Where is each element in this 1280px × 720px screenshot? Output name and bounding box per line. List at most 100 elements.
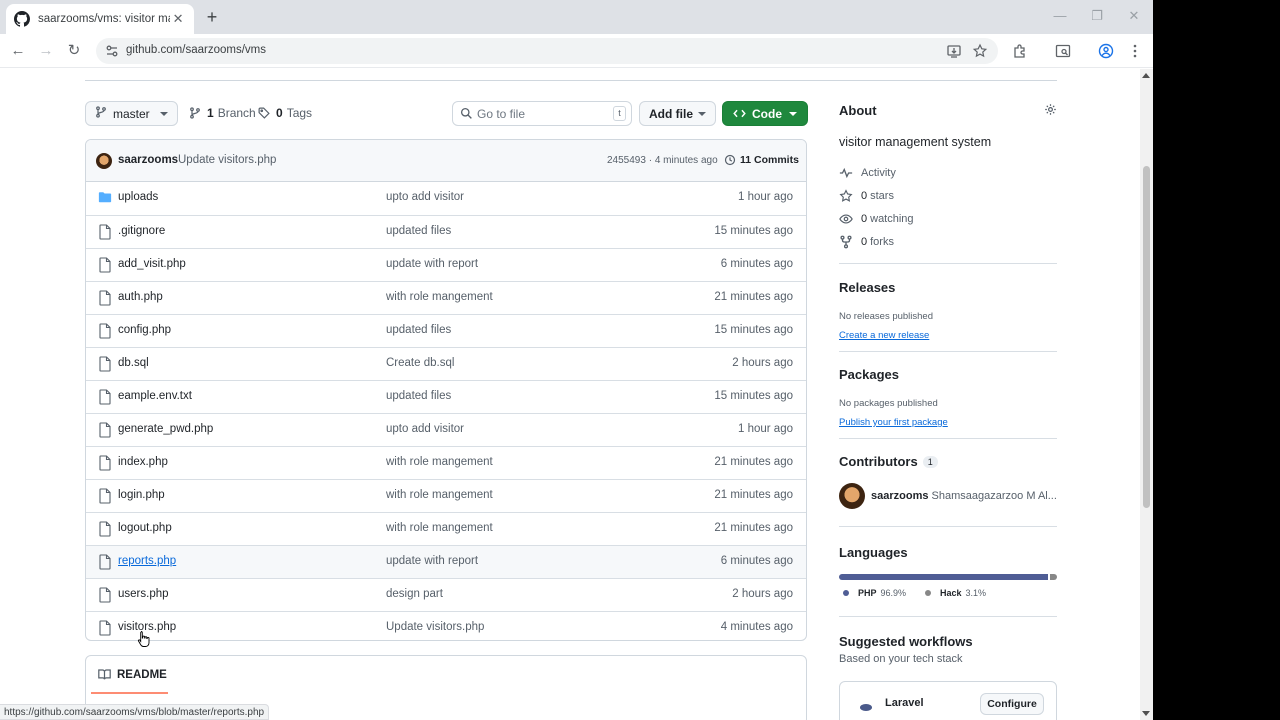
commit-message-link[interactable]: Update visitors.php	[386, 621, 484, 633]
contributors-heading[interactable]: Contributors 1	[839, 454, 1057, 469]
code-button[interactable]: Code	[722, 101, 808, 126]
close-icon[interactable]: ✕	[170, 11, 186, 27]
workflows-heading: Suggested workflows	[839, 634, 973, 649]
divider	[839, 616, 1057, 617]
file-name-link[interactable]: auth.php	[118, 291, 163, 303]
commit-message-link[interactable]: Create db.sql	[386, 357, 454, 369]
commit-message-link[interactable]: with role mangement	[386, 489, 493, 501]
commit-message-link[interactable]: updated files	[386, 324, 451, 336]
table-row[interactable]: eample.env.txt updated files 15 minutes ag…	[86, 380, 806, 413]
packages-heading[interactable]: Packages	[839, 367, 1057, 382]
commit-message-link[interactable]: update with report	[386, 555, 478, 567]
file-name-link[interactable]: uploads	[118, 191, 158, 203]
table-row[interactable]: login.php with role mangement 21 minutes a…	[86, 479, 806, 512]
scroll-thumb[interactable]	[1143, 166, 1150, 508]
gear-icon[interactable]	[1044, 103, 1057, 116]
table-row[interactable]: uploads upto add visitor 1 hour ago	[86, 182, 806, 215]
readme-tab[interactable]: README	[98, 668, 167, 681]
file-name-link[interactable]: reports.php	[118, 555, 176, 567]
file-table: saarzooms Update visitors.php 2455493 · …	[85, 139, 807, 641]
table-row[interactable]: config.php updated files 15 minutes ago	[86, 314, 806, 347]
tab-search-icon[interactable]	[1055, 43, 1071, 59]
divider	[839, 438, 1057, 439]
commit-author[interactable]: saarzooms	[118, 154, 178, 166]
commits-link[interactable]: 11 Commits	[724, 154, 799, 166]
file-name-link[interactable]: config.php	[118, 324, 171, 336]
scrollbar[interactable]	[1140, 69, 1153, 720]
language-hack[interactable]: Hack 3.1%	[925, 588, 986, 598]
plus-icon[interactable]: +	[202, 7, 222, 27]
file-name-link[interactable]: logout.php	[118, 522, 172, 534]
minimize-icon[interactable]: —	[1052, 8, 1068, 24]
avatar[interactable]	[96, 153, 112, 169]
contributor-entry[interactable]: saarzooms Shamsaagazarzoo M Al...	[871, 490, 1057, 502]
forks-link[interactable]: 0 forks	[839, 235, 1057, 249]
restore-icon[interactable]: ❐	[1089, 8, 1105, 24]
releases-heading[interactable]: Releases	[839, 280, 1057, 295]
commit-message-link[interactable]: upto add visitor	[386, 191, 464, 203]
branch-selector[interactable]: master	[85, 101, 178, 126]
configure-button[interactable]: Configure	[980, 693, 1044, 715]
tags-link[interactable]: 0 Tags	[258, 106, 312, 120]
table-row[interactable]: .gitignore updated files 15 minutes ago	[86, 215, 806, 248]
branches-link[interactable]: 1 Branch	[189, 106, 256, 120]
activity-link[interactable]: Activity	[839, 166, 1057, 180]
tags-count: 0	[276, 106, 283, 120]
file-name-link[interactable]: users.php	[118, 588, 169, 600]
commit-message-link[interactable]: with role mangement	[386, 456, 493, 468]
menu-icon[interactable]	[1127, 43, 1143, 59]
table-row[interactable]: logout.php with role mangement 21 minutes …	[86, 512, 806, 545]
file-name-link[interactable]: .gitignore	[118, 225, 165, 237]
table-row[interactable]: visitors.php Update visitors.php 4 minutes…	[86, 611, 806, 640]
file-name-link[interactable]: generate_pwd.php	[118, 423, 213, 435]
extensions-icon[interactable]	[1012, 43, 1028, 59]
commit-message-link[interactable]: with role mangement	[386, 522, 493, 534]
scroll-up-icon[interactable]	[1142, 73, 1150, 78]
commit-message-link[interactable]: update with report	[386, 258, 478, 270]
forward-icon[interactable]: →	[36, 41, 56, 61]
language-php[interactable]: PHP 96.9%	[843, 588, 906, 598]
chevron-down-icon	[698, 111, 706, 116]
commit-hash-time[interactable]: 2455493 · 4 minutes ago	[607, 155, 718, 166]
file-name-link[interactable]: login.php	[118, 489, 165, 501]
commit-message-link[interactable]: with role mangement	[386, 291, 493, 303]
forks-count: 0	[861, 236, 868, 248]
address-bar[interactable]: github.com/saarzooms/vms	[96, 38, 998, 64]
publish-package-link[interactable]: Publish your first package	[839, 417, 948, 428]
commit-message-link[interactable]: updated files	[386, 225, 451, 237]
back-icon[interactable]: ←	[8, 41, 28, 61]
site-info-icon[interactable]	[104, 43, 120, 59]
table-row[interactable]: reports.php update with report 6 minutes a…	[86, 545, 806, 578]
file-icon	[98, 455, 112, 471]
table-row[interactable]: index.php with role mangement 21 minutes a…	[86, 446, 806, 479]
table-row[interactable]: db.sql Create db.sql 2 hours ago	[86, 347, 806, 380]
commit-message-link[interactable]: updated files	[386, 390, 451, 402]
install-icon[interactable]	[946, 43, 962, 59]
profile-icon[interactable]	[1098, 43, 1114, 59]
file-icon	[98, 290, 112, 306]
commit-message-link[interactable]: upto add visitor	[386, 423, 464, 435]
star-icon[interactable]	[972, 43, 988, 59]
file-name-link[interactable]: db.sql	[118, 357, 149, 369]
commit-message[interactable]: Update visitors.php	[178, 154, 276, 166]
search-input[interactable]	[477, 105, 607, 122]
file-name-link[interactable]: add_visit.php	[118, 258, 186, 270]
file-name-link[interactable]: index.php	[118, 456, 168, 468]
scroll-down-icon[interactable]	[1142, 711, 1150, 716]
browser-tab[interactable]: saarzooms/vms: visitor manage ✕	[6, 4, 194, 34]
reload-icon[interactable]: ↻	[64, 41, 84, 61]
create-release-link[interactable]: Create a new release	[839, 330, 929, 341]
avatar[interactable]	[839, 483, 865, 509]
commit-message-link[interactable]: design part	[386, 588, 443, 600]
table-row[interactable]: add_visit.php update with report 6 minutes…	[86, 248, 806, 281]
add-file-button[interactable]: Add file	[639, 101, 716, 126]
table-row[interactable]: users.php design part 2 hours ago	[86, 578, 806, 611]
watchers-link[interactable]: 0 watching	[839, 212, 1057, 226]
stars-link[interactable]: 0 stars	[839, 189, 1057, 203]
file-name-link[interactable]: eample.env.txt	[118, 390, 192, 402]
window-close-icon[interactable]: ✕	[1126, 8, 1142, 24]
table-row[interactable]: auth.php with role mangement 21 minutes ag…	[86, 281, 806, 314]
repo-page: master 1 Branch 0 Tags t Add file	[0, 69, 1140, 720]
go-to-file-search[interactable]: t	[452, 101, 632, 126]
table-row[interactable]: generate_pwd.php upto add visitor 1 hour a…	[86, 413, 806, 446]
